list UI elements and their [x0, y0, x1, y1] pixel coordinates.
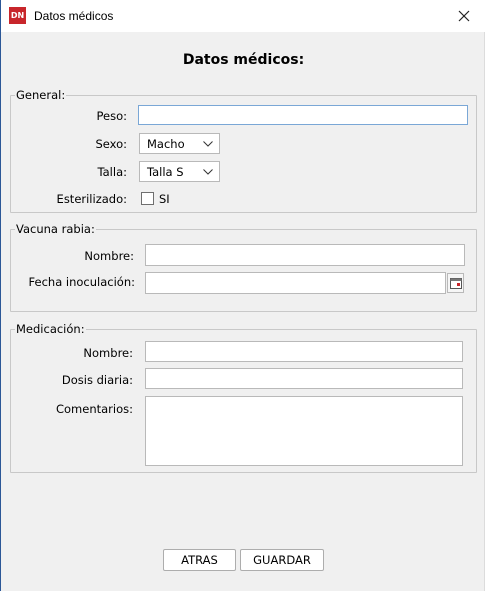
vacuna-rabia-legend: Vacuna rabia:: [15, 222, 96, 236]
app-logo-icon: DN: [9, 7, 26, 24]
esterilizado-option-label[interactable]: SI: [159, 192, 170, 206]
close-icon: [458, 10, 470, 22]
medicacion-legend: Medicación:: [15, 322, 86, 336]
guardar-button[interactable]: GUARDAR: [240, 549, 324, 571]
talla-label: Talla:: [97, 165, 127, 179]
medicacion-nombre-label: Nombre:: [83, 346, 133, 360]
dialog-window: DN Datos médicos Datos médicos: General:…: [0, 0, 485, 591]
chevron-down-icon: [203, 141, 213, 147]
calendar-icon: [450, 278, 462, 289]
peso-label: Peso:: [96, 109, 127, 123]
page-title: Datos médicos:: [182, 52, 305, 68]
sexo-label: Sexo:: [95, 137, 127, 151]
talla-select[interactable]: Talla S: [139, 161, 220, 182]
general-legend: General:: [15, 88, 67, 102]
window-title: Datos médicos: [34, 9, 114, 23]
vacuna-rabia-group: Vacuna rabia:: [10, 222, 477, 312]
dosis-diaria-input[interactable]: [145, 368, 463, 389]
medicacion-nombre-input[interactable]: [145, 341, 463, 362]
calendar-button[interactable]: [447, 273, 464, 293]
chevron-down-icon: [203, 169, 213, 175]
vacuna-nombre-input[interactable]: [145, 244, 465, 266]
fecha-inoculacion-input[interactable]: [145, 272, 446, 294]
close-button[interactable]: [449, 0, 479, 32]
comentarios-textarea[interactable]: [145, 396, 463, 466]
esterilizado-checkbox[interactable]: [141, 192, 154, 205]
vacuna-nombre-label: Nombre:: [84, 249, 134, 263]
peso-input[interactable]: [138, 105, 468, 125]
sexo-selected-value: Macho: [147, 137, 185, 151]
dosis-diaria-label: Dosis diaria:: [61, 373, 133, 387]
title-bar: DN Datos médicos: [1, 0, 485, 32]
sexo-select[interactable]: Macho: [139, 133, 220, 154]
talla-selected-value: Talla S: [147, 165, 184, 179]
esterilizado-label: Esterilizado:: [56, 192, 127, 206]
atras-button[interactable]: ATRAS: [163, 549, 236, 571]
comentarios-label: Comentarios:: [55, 402, 133, 416]
fecha-inoculacion-label: Fecha inoculación:: [28, 275, 135, 289]
